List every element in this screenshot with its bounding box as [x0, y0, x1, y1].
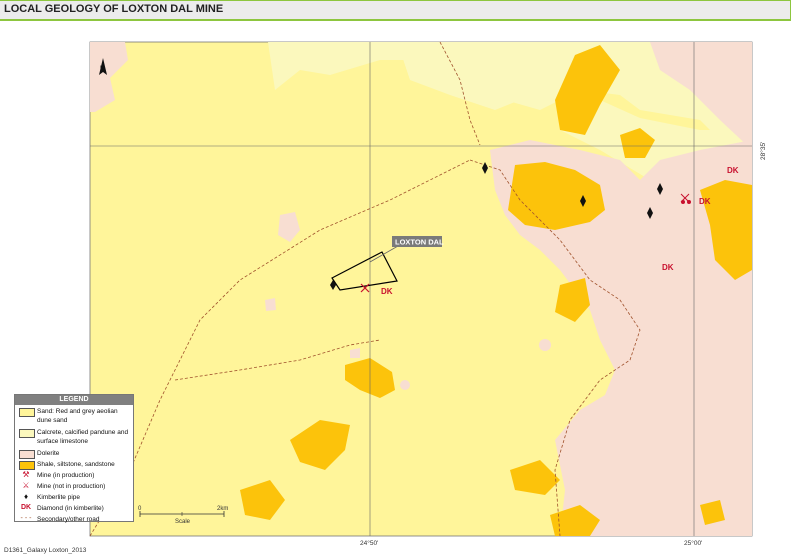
- dk-label: DK: [662, 263, 674, 272]
- dolerite-area: [265, 298, 276, 311]
- legend-label: Sand: Red and grey aeolian dune sand: [37, 408, 118, 424]
- legend-item: ⚒ Mine (in production): [15, 470, 133, 480]
- legend: LEGEND Sand: Red and grey aeolian dune s…: [14, 394, 134, 524]
- scale-label: Scale: [175, 519, 191, 525]
- legend-label: Mine (in production): [37, 472, 95, 479]
- north-label: N: [100, 66, 104, 72]
- dolerite-spot: [400, 380, 410, 390]
- shale-swatch: [19, 461, 35, 470]
- legend-item: Dolerite: [15, 448, 133, 459]
- mine-not-in-production-icon: ⚔: [22, 481, 30, 490]
- legend-item: Calcrete, calcified pandune and surface …: [15, 427, 133, 447]
- calcrete-swatch: [19, 429, 35, 438]
- dolerite-swatch: [19, 450, 35, 459]
- dolerite-spot: [539, 339, 551, 351]
- legend-label: Mine (not in production): [37, 483, 106, 490]
- legend-item: Sand: Red and grey aeolian dune sand: [15, 406, 133, 426]
- kimberlite-pipe-icon: ♦: [23, 492, 29, 501]
- legend-item: DK Diamond (in kimberlite): [15, 503, 133, 513]
- latitude-label: 28°35': [759, 142, 767, 160]
- legend-label: Secondary/other road: [37, 516, 100, 523]
- legend-label: Shale, siltstone, sandstone: [37, 461, 115, 468]
- legend-item: ⚔ Mine (not in production): [15, 481, 133, 491]
- longitude-label: 24°50': [360, 539, 378, 547]
- dk-label: DK: [699, 197, 711, 206]
- callout-label: LOXTON DAL: [395, 238, 444, 247]
- sand-swatch: [19, 408, 35, 417]
- dolerite-spot: [582, 242, 598, 258]
- legend-label: Dolerite: [37, 450, 60, 457]
- scale-end: 2km: [217, 506, 228, 512]
- legend-label: Diamond (in kimberlite): [37, 505, 104, 512]
- footer-code: D1361_Galaxy Loxton_2013: [4, 547, 87, 554]
- legend-item: Shale, siltstone, sandstone: [15, 459, 133, 470]
- diamond-dk-icon: DK: [20, 504, 32, 511]
- legend-label: Kimberlite pipe: [37, 494, 80, 501]
- dk-label: DK: [381, 287, 393, 296]
- mine-in-production-icon: ⚒: [22, 470, 30, 479]
- road-line-icon: - - -: [20, 515, 32, 522]
- dk-label: DK: [727, 166, 739, 175]
- legend-title: LEGEND: [15, 395, 133, 405]
- legend-item: ♦ Kimberlite pipe: [15, 492, 133, 502]
- legend-label: Calcrete, calcified pandune and surface …: [37, 429, 129, 445]
- longitude-label: 25°00': [684, 539, 702, 547]
- legend-item: - - - Secondary/other road: [15, 514, 133, 524]
